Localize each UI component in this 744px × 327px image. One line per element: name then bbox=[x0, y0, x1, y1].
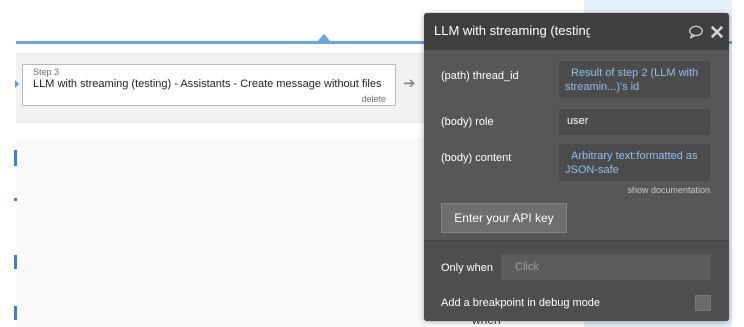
enter-api-key-button[interactable]: Enter your API key bbox=[441, 203, 567, 233]
canvas-edge-mark bbox=[14, 198, 17, 201]
canvas-edge-mark bbox=[14, 255, 17, 269]
step-next-arrow-icon[interactable]: ➔ bbox=[403, 76, 416, 91]
step-incoming-arrow-icon bbox=[15, 80, 19, 88]
close-icon[interactable] bbox=[709, 24, 725, 40]
canvas-edge-mark bbox=[14, 306, 17, 320]
property-editor-panel: LLM with streaming (testing (path) threa… bbox=[424, 13, 729, 321]
comment-icon[interactable] bbox=[688, 24, 704, 40]
panel-header: LLM with streaming (testing bbox=[424, 13, 729, 50]
workflow-step-card[interactable]: Step 3 LLM with streaming (testing) - As… bbox=[22, 64, 396, 106]
panel-title[interactable]: LLM with streaming (testing bbox=[434, 23, 590, 38]
panel-footer: Only when Add a breakpoint in debug mode bbox=[424, 240, 729, 321]
show-documentation-link[interactable]: show documentation bbox=[627, 185, 710, 195]
only-when-label: Only when bbox=[441, 262, 493, 274]
thread-id-field[interactable]: Result of step 2 (LLM with streamin...)'… bbox=[559, 61, 710, 98]
role-label: (body) role bbox=[441, 116, 494, 128]
only-when-input[interactable] bbox=[501, 254, 711, 280]
thread-id-label: (path) thread_id bbox=[441, 70, 519, 82]
content-field[interactable]: Arbitrary text:formatted as JSON-safe bbox=[559, 144, 710, 181]
breakpoint-label: Add a breakpoint in debug mode bbox=[441, 297, 601, 309]
connector-notch bbox=[317, 34, 331, 42]
canvas-lower-area bbox=[16, 138, 426, 327]
role-field[interactable]: user bbox=[559, 109, 710, 135]
panel-body: (path) thread_id Result of step 2 (LLM w… bbox=[424, 50, 729, 240]
step-number-label: Step 3 bbox=[33, 67, 60, 77]
step-delete-link[interactable]: delete bbox=[361, 94, 386, 104]
content-label: (body) content bbox=[441, 152, 512, 164]
breakpoint-checkbox[interactable] bbox=[695, 295, 711, 311]
canvas-edge-mark bbox=[14, 150, 17, 166]
step-title: LLM with streaming (testing) - Assistant… bbox=[33, 78, 382, 90]
